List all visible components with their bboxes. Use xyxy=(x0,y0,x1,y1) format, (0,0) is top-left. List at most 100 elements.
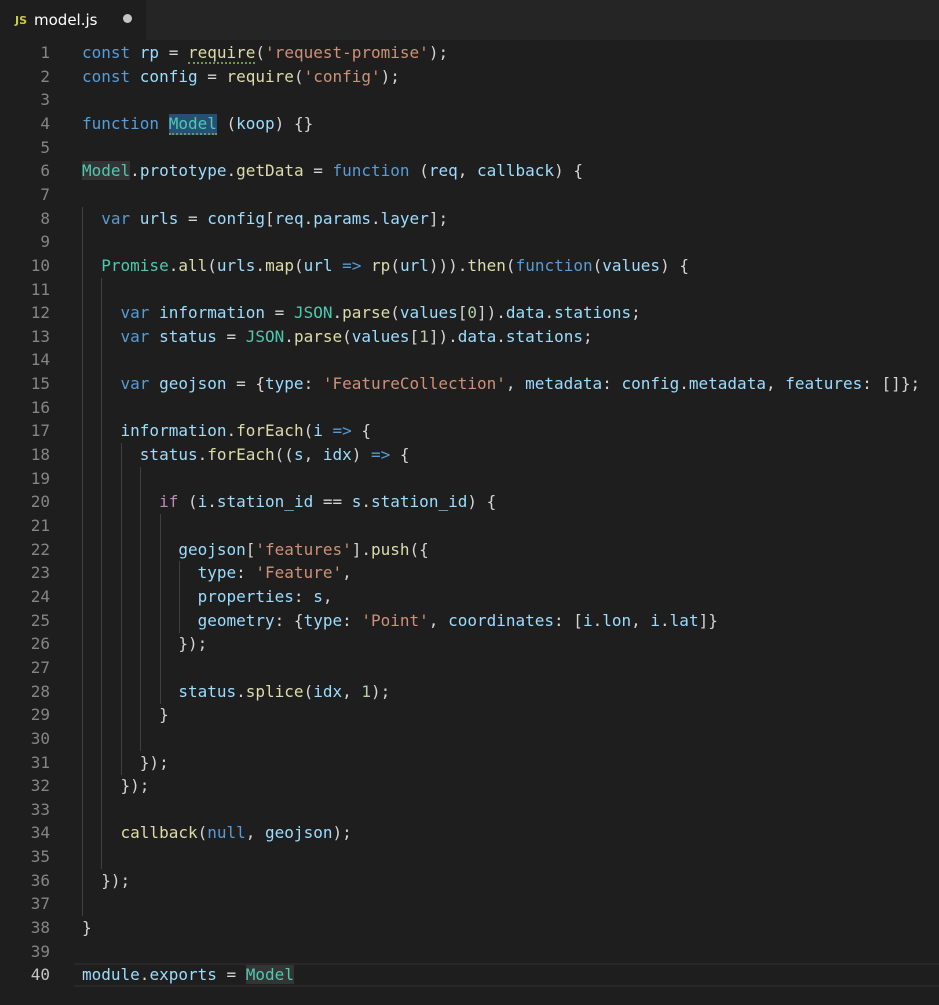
code-line[interactable]: 38} xyxy=(0,916,939,940)
code-line[interactable]: 25 geometry: {type: 'Point', coordinates… xyxy=(0,608,939,633)
code-line[interactable]: 7 xyxy=(0,183,939,207)
code-line[interactable]: 21 xyxy=(0,514,939,538)
code-token: callback xyxy=(120,823,198,843)
code-token: => xyxy=(332,255,372,275)
indent-guide xyxy=(101,797,103,822)
code-line[interactable]: 3 xyxy=(0,88,939,112)
code-line[interactable]: 9 xyxy=(0,230,939,255)
code-token: [ xyxy=(265,208,275,228)
line-number: 18 xyxy=(30,445,50,465)
code-token: = xyxy=(216,965,246,985)
code-token: metadata xyxy=(688,374,766,394)
code-token: module xyxy=(82,965,140,985)
code-line[interactable]: 1 const rp = require('request-promise'); xyxy=(0,41,939,65)
code-line[interactable]: 8 var urls = config[req.params.layer]; xyxy=(0,206,939,231)
code-token: then xyxy=(467,255,506,275)
code-token: callback xyxy=(477,161,555,181)
code-token: 'Feature' xyxy=(255,563,343,583)
code-line[interactable]: 35 xyxy=(0,845,939,870)
code-token: i xyxy=(197,492,208,512)
line-number: 11 xyxy=(30,279,50,299)
code-text: if (i.station_id == s.station_id) { xyxy=(82,490,496,514)
indent-guide xyxy=(159,514,161,538)
code-text: }); xyxy=(82,751,169,775)
code-token: exports xyxy=(149,965,217,985)
code-token: => xyxy=(322,421,352,441)
code-line[interactable]: 13 var status = JSON.parse(values[1]).da… xyxy=(0,324,939,349)
code-line[interactable]: 10 Promise.all(urls.map(url => rp(url)))… xyxy=(0,253,939,278)
code-line[interactable]: 16 xyxy=(0,395,939,420)
code-line[interactable]: 23 type: 'Feature', xyxy=(0,561,939,586)
indent-guide xyxy=(120,466,122,491)
code-line[interactable]: 24 properties: s, xyxy=(0,584,939,609)
code-token: const xyxy=(82,66,140,86)
code-token: koop xyxy=(236,113,275,133)
code-line[interactable]: 20 if (i.station_id == s.station_id) { xyxy=(0,490,939,515)
indent-guide xyxy=(101,395,103,420)
code-token: JSON xyxy=(245,326,285,346)
code-line[interactable]: 31 }); xyxy=(0,750,939,775)
code-line[interactable]: 33 xyxy=(0,797,939,822)
code-line[interactable]: 22 geojson['features'].push({ xyxy=(0,537,939,562)
code-line[interactable]: 27 xyxy=(0,655,939,680)
code-line[interactable]: 34 callback(null, geojson); xyxy=(0,821,939,846)
code-token: 'config' xyxy=(303,66,381,86)
code-line[interactable]: 17 information.forEach(i => { xyxy=(0,419,939,444)
code-token: . xyxy=(332,303,343,323)
unsaved-dot-icon[interactable] xyxy=(123,14,132,23)
code-editor[interactable]: 1 const rp = require('request-promise'); 2… xyxy=(0,40,939,1005)
code-token: = xyxy=(178,208,208,228)
code-token: lon xyxy=(602,610,632,630)
code-line[interactable]: 40 module.exports = Model xyxy=(0,963,939,988)
indent-guide xyxy=(82,892,83,917)
code-token: }); xyxy=(82,752,169,772)
indent-guide xyxy=(82,466,83,491)
code-text: type: 'Feature', xyxy=(82,561,352,585)
indent-guide xyxy=(101,277,103,302)
code-token: values xyxy=(399,303,458,323)
code-token: ))). xyxy=(428,255,468,275)
code-line[interactable]: 6 Model.prototype.getData = function (req… xyxy=(0,159,939,183)
code-token: forEach xyxy=(207,445,275,465)
line-number: 38 xyxy=(30,918,50,938)
code-line[interactable]: 14 xyxy=(0,348,939,373)
line-number: 7 xyxy=(40,184,50,204)
code-token: push xyxy=(371,539,410,559)
code-line[interactable]: 37 xyxy=(0,892,939,917)
code-line[interactable]: 29 } xyxy=(0,703,939,728)
code-line[interactable]: 2 const config = require('config'); xyxy=(0,65,939,89)
code-token: : [ xyxy=(554,610,583,630)
code-text: geometry: {type: 'Point', coordinates: [… xyxy=(82,609,718,633)
tab-model-js[interactable]: JS model.js xyxy=(0,0,146,40)
code-line[interactable]: 30 xyxy=(0,726,939,751)
code-line[interactable]: 11 xyxy=(0,277,939,302)
code-token: { xyxy=(390,445,410,465)
code-line[interactable]: 12 var information = JSON.parse(values[0… xyxy=(0,301,939,326)
code-token: ( xyxy=(207,255,217,275)
code-token: all xyxy=(178,255,208,275)
code-token: ]; xyxy=(428,208,449,228)
code-line[interactable]: 4 function Model (koop) {} xyxy=(0,112,939,136)
code-token: ) { xyxy=(467,492,497,512)
code-line[interactable]: 28 status.splice(idx, 1); xyxy=(0,679,939,704)
code-token: ; xyxy=(582,326,593,346)
indent-guide xyxy=(82,655,83,680)
code-line[interactable]: 18 status.forEach((s, idx) => { xyxy=(0,443,939,468)
code-token: ( xyxy=(197,823,208,843)
code-token: [ xyxy=(409,326,420,346)
code-token: }); xyxy=(82,870,131,890)
code-token: ( xyxy=(390,255,400,275)
code-token: => xyxy=(361,445,391,465)
line-number: 34 xyxy=(30,823,50,843)
code-line[interactable]: 15 var geojson = {type: 'FeatureCollecti… xyxy=(0,372,939,397)
code-line[interactable]: 32 }); xyxy=(0,774,939,799)
code-line[interactable]: 39 xyxy=(0,940,939,964)
code-token: ( xyxy=(178,492,198,512)
code-token: forEach xyxy=(236,421,304,441)
code-line[interactable]: 36 }); xyxy=(0,868,939,893)
code-line[interactable]: 5 xyxy=(0,136,939,160)
code-line[interactable]: 19 xyxy=(0,466,939,491)
code-token: splice xyxy=(245,681,304,701)
code-line[interactable]: 26 }); xyxy=(0,632,939,657)
